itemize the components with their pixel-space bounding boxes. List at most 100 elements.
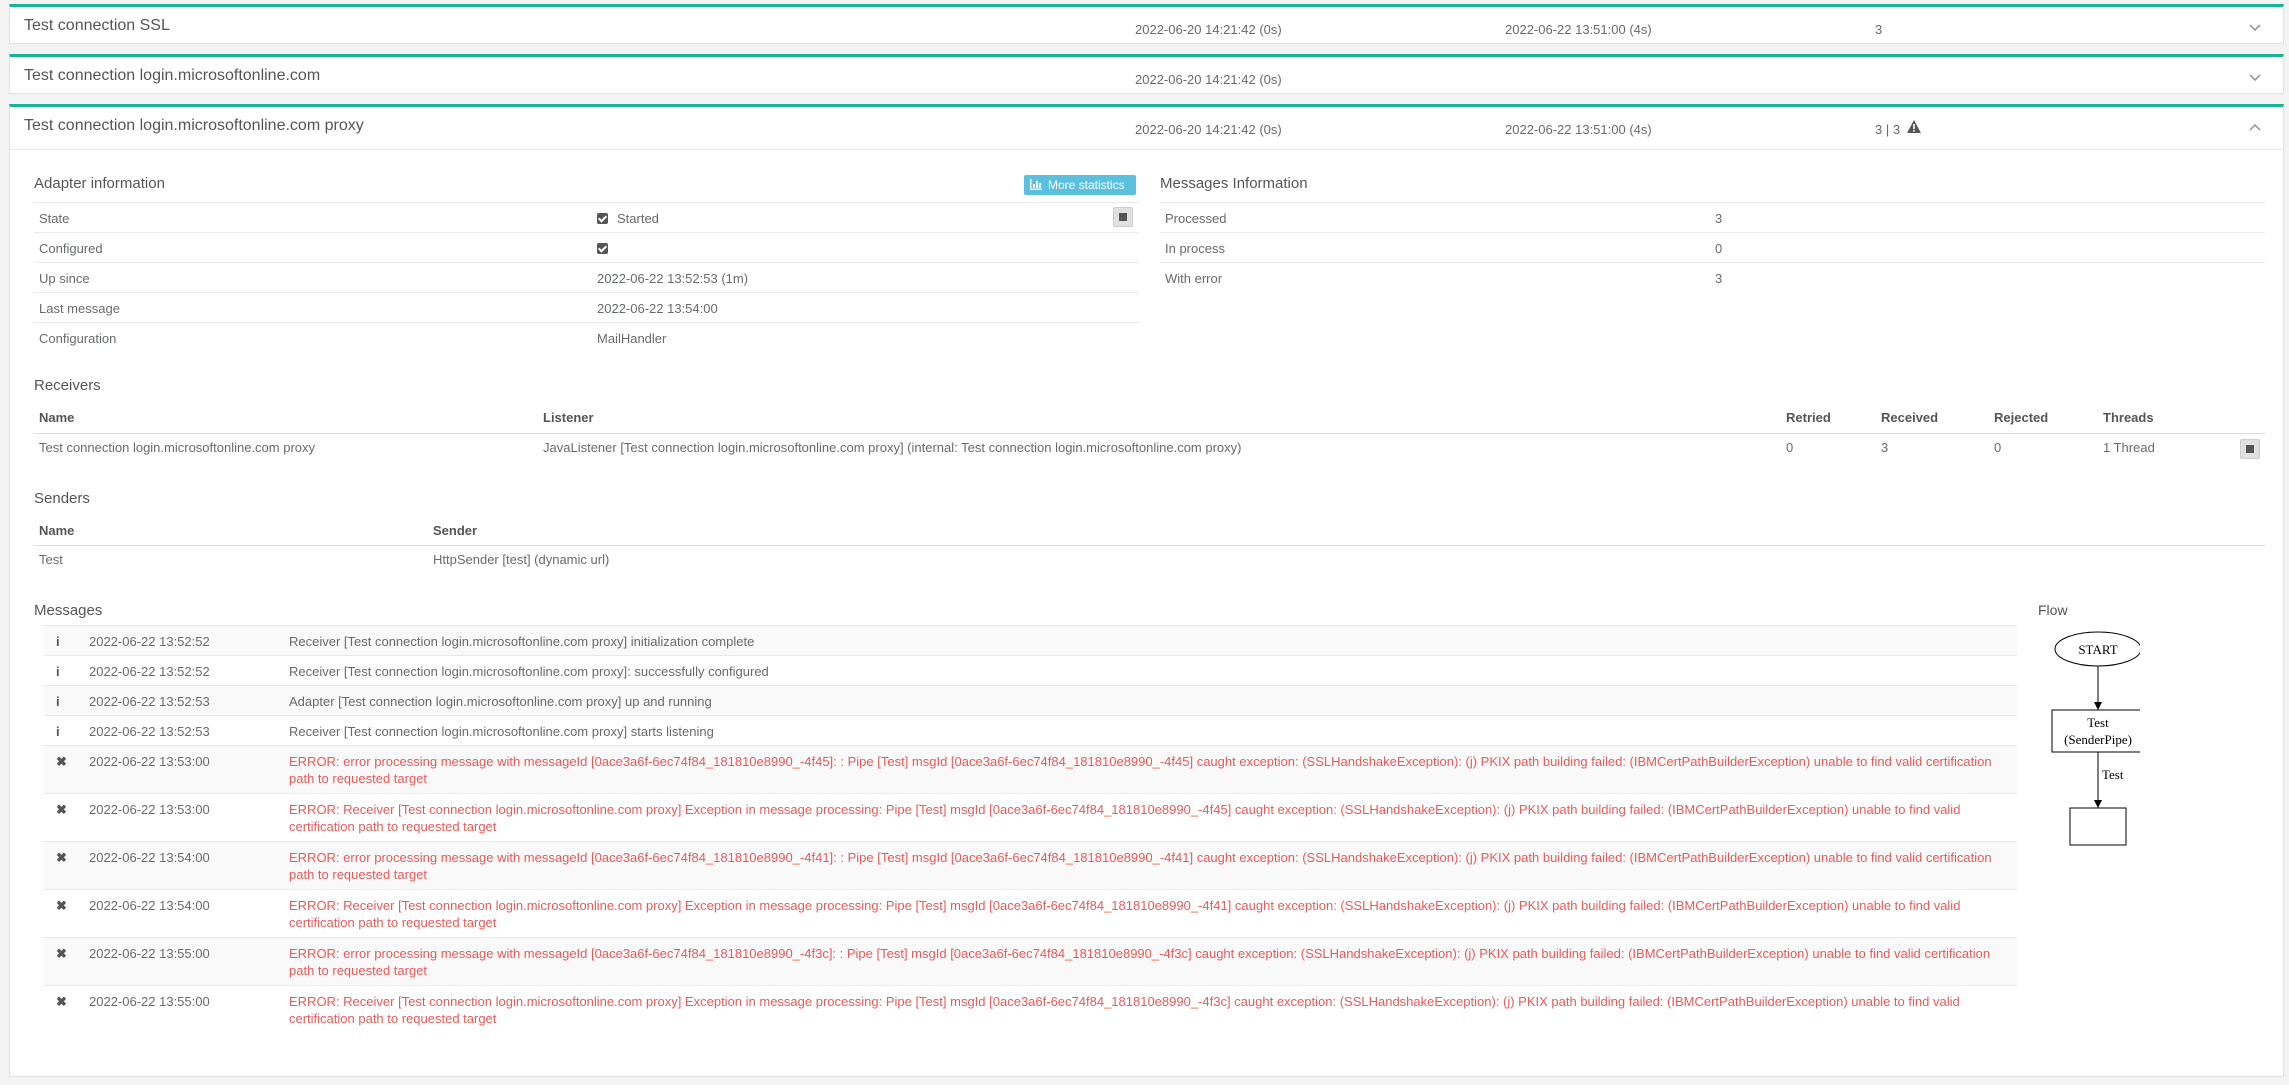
message-time: 2022-06-22 13:54:00 (89, 850, 210, 865)
senders-title: Senders (34, 490, 90, 507)
stop-receiver-button[interactable] (2240, 439, 2260, 459)
flow-diagram: START Test (SenderPipe) Test (2051, 631, 2140, 846)
message-text: Receiver [Test connection login.microsof… (289, 664, 769, 679)
message-text: Receiver [Test connection login.microsof… (289, 724, 714, 739)
info-icon: i (56, 694, 60, 709)
adapter-panel-proxy: Test connection login.microsoftonline.co… (9, 104, 2284, 1077)
adapter-panel-login: Test connection login.microsoftonline.co… (9, 54, 2284, 94)
adapter-state-value: Started (617, 211, 659, 226)
receiver-threads: 1 Thread (2103, 440, 2155, 455)
message-time: 2022-06-22 13:53:00 (89, 802, 210, 817)
messages-info-row-processed: Processed 3 (1160, 203, 2265, 233)
arrowhead-icon (2094, 702, 2102, 710)
message-time: 2022-06-22 13:55:00 (89, 946, 210, 961)
error-icon: ✖ (56, 802, 67, 817)
message-row-error: ✖ 2022-06-22 13:54:00 ERROR: Receiver [T… (44, 889, 2017, 937)
flow-pipe-label-line1: Test (2087, 715, 2109, 730)
sender-type: HttpSender [test] (dynamic url) (433, 552, 610, 567)
adapter-header[interactable]: Test connection login.microsoftonline.co… (10, 57, 2283, 101)
message-text: ERROR: error processing message with mes… (289, 946, 1991, 978)
message-time: 2022-06-22 13:52:53 (89, 694, 210, 709)
message-text: ERROR: error processing message with mes… (289, 850, 1992, 882)
message-row: i 2022-06-22 13:52:52 Receiver [Test con… (44, 625, 2017, 655)
bar-chart-icon (1030, 179, 1042, 190)
message-row-error: ✖ 2022-06-22 13:55:00 ERROR: Receiver [T… (44, 985, 2017, 1033)
receivers-header-threads: Threads (2103, 410, 2154, 425)
message-time: 2022-06-22 13:55:00 (89, 994, 210, 1009)
more-statistics-label: More statistics (1048, 178, 1125, 192)
receiver-retried: 0 (1786, 440, 1794, 455)
chevron-down-icon[interactable] (2247, 69, 2263, 85)
message-text: ERROR: Receiver [Test connection login.m… (289, 994, 1960, 1026)
flow-title: Flow (2038, 602, 2068, 618)
senders-header-sender: Sender (433, 523, 478, 538)
messages-info-value: 0 (1715, 241, 1723, 256)
message-row: i 2022-06-22 13:52:53 Receiver [Test con… (44, 715, 2017, 745)
chevron-up-icon[interactable] (2247, 119, 2263, 135)
messages-info-label: With error (1165, 271, 1223, 286)
adapter-message-count: 3 (1875, 22, 1883, 37)
messages-info-title: Messages Information (1160, 175, 1308, 192)
receivers-header-rejected: Rejected (1994, 410, 2049, 425)
receiver-rejected: 0 (1994, 440, 2002, 455)
stop-adapter-button[interactable] (1113, 207, 1133, 227)
adapter-uptime: 2022-06-20 14:21:42 (0s) (1135, 122, 1282, 137)
adapter-uptime: 2022-06-20 14:21:42 (0s) (1135, 72, 1282, 87)
message-row-error: ✖ 2022-06-22 13:54:00 ERROR: error proce… (44, 841, 2017, 889)
senders-header-name: Name (39, 523, 75, 538)
receivers-header-received: Received (1881, 410, 1939, 425)
error-icon: ✖ (56, 850, 67, 865)
messages-info-row-in-process: In process 0 (1160, 233, 2265, 263)
error-icon: ✖ (56, 898, 67, 913)
error-icon: ✖ (56, 946, 67, 961)
message-text: ERROR: Receiver [Test connection login.m… (289, 898, 1961, 930)
flow-pipe-label-line2: (SenderPipe) (2064, 732, 2132, 747)
messages-info-value: 3 (1715, 211, 1723, 226)
receiver-listener: JavaListener [Test connection login.micr… (543, 440, 1242, 455)
adapter-last-message: 2022-06-22 13:51:00 (4s) (1505, 22, 1652, 37)
adapter-info-label: State (39, 211, 70, 226)
receiver-name: Test connection login.microsoftonline.co… (39, 440, 316, 455)
messages-info-row-with-error: With error 3 (1160, 263, 2265, 293)
more-statistics-button[interactable]: More statistics (1024, 175, 1136, 195)
adapter-name: Test connection login.microsoftonline.co… (24, 117, 364, 134)
message-text: Adapter [Test connection login.microsoft… (289, 694, 712, 709)
adapter-info-row-state: State Started (34, 203, 1139, 233)
warning-icon (1907, 120, 1921, 133)
message-row: i 2022-06-22 13:52:52 Receiver [Test con… (44, 655, 2017, 685)
receivers-header-listener: Listener (543, 410, 594, 425)
info-icon: i (56, 634, 60, 649)
sender-name: Test (39, 552, 63, 567)
arrowhead-icon (2094, 800, 2102, 808)
flow-exit-node (2069, 807, 2127, 846)
message-row-error: ✖ 2022-06-22 13:53:00 ERROR: Receiver [T… (44, 793, 2017, 841)
senders-header-divider (34, 545, 2265, 546)
message-row-error: ✖ 2022-06-22 13:55:00 ERROR: error proce… (44, 937, 2017, 985)
flow-edge-label: Test (2102, 767, 2124, 782)
messages-title: Messages (34, 602, 103, 619)
adapter-info-row-configuration: Configuration MailHandler (34, 323, 1139, 353)
adapter-name: Test connection login.microsoftonline.co… (24, 67, 321, 84)
adapter-header[interactable]: Test connection login.microsoftonline.co… (10, 107, 2283, 151)
messages-info-label: Processed (1165, 211, 1227, 226)
adapter-header[interactable]: Test connection SSL 2022-06-20 14:21:42 … (10, 7, 2283, 51)
adapter-info-label: Configured (39, 241, 103, 256)
checkbox-checked-icon (597, 243, 608, 254)
adapter-name: Test connection SSL (24, 17, 170, 34)
flow-start-label: START (2078, 642, 2117, 657)
error-icon: ✖ (56, 994, 67, 1009)
adapter-info-value: 2022-06-22 13:54:00 (597, 301, 718, 316)
message-text: ERROR: error processing message with mes… (289, 754, 1992, 786)
adapter-info-row-up-since: Up since 2022-06-22 13:52:53 (1m) (34, 263, 1139, 293)
chevron-down-icon[interactable] (2247, 19, 2263, 35)
message-time: 2022-06-22 13:52:53 (89, 724, 210, 739)
message-row-error: ✖ 2022-06-22 13:53:00 ERROR: error proce… (44, 745, 2017, 793)
adapter-panel-ssl: Test connection SSL 2022-06-20 14:21:42 … (9, 4, 2284, 44)
checkbox-checked-icon (597, 213, 608, 224)
adapter-uptime: 2022-06-20 14:21:42 (0s) (1135, 22, 1282, 37)
message-time: 2022-06-22 13:54:00 (89, 898, 210, 913)
receivers-header-divider (34, 433, 2265, 434)
header-divider (10, 149, 2283, 150)
adapter-info-row-last-message: Last message 2022-06-22 13:54:00 (34, 293, 1139, 323)
receivers-title: Receivers (34, 377, 101, 394)
